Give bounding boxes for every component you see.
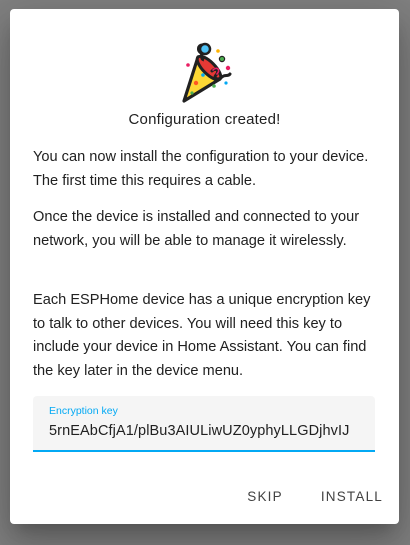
encryption-key-label: Encryption key (49, 405, 118, 417)
encryption-key-info-text: Each ESPHome device has a unique encrypt… (33, 292, 371, 379)
dialog-title: Configuration created! (128, 111, 281, 128)
wireless-management-text: Once the device is installed and connect… (33, 209, 360, 249)
encryption-key-input[interactable] (49, 420, 361, 442)
party-popper-icon (176, 41, 234, 107)
install-button[interactable]: INSTALL (313, 478, 391, 514)
install-instructions-text: You can now install the configuration to… (33, 149, 369, 189)
dialog-actions: SKIP INSTALL (217, 478, 391, 514)
encryption-key-field[interactable]: Encryption key (33, 396, 375, 452)
skip-button[interactable]: SKIP (239, 478, 291, 514)
config-created-dialog: Configuration created! You can now insta… (10, 9, 399, 524)
